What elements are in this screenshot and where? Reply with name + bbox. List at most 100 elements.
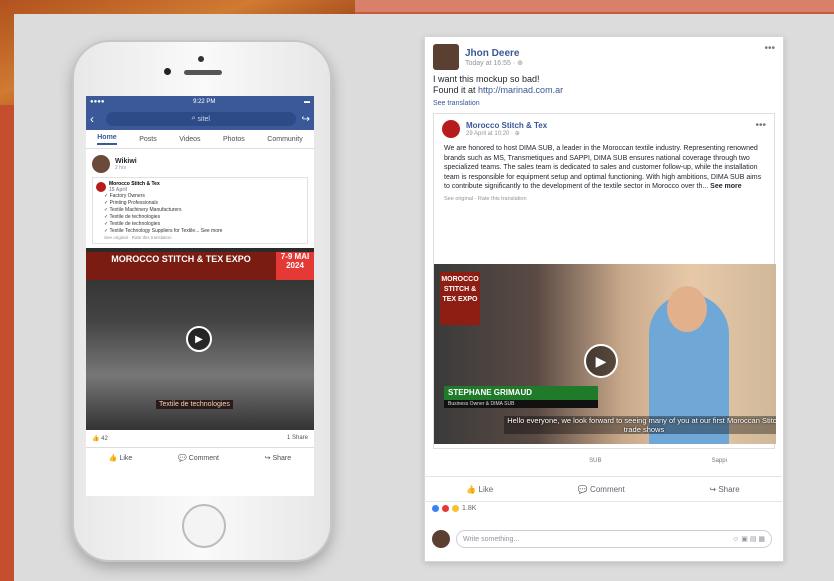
sponsor-logos: SUB Sappi bbox=[424, 454, 782, 468]
post-time: 2 hrs bbox=[115, 164, 127, 171]
reaction-row: 👍 42 1 Share bbox=[86, 430, 314, 448]
list-item: ✓ Textile Machinery Manufacturers bbox=[104, 207, 182, 213]
share-icon[interactable]: ↪ bbox=[302, 114, 310, 125]
comment-input[interactable]: Write something... ☺ ▣ ▤ ▦ bbox=[456, 530, 772, 548]
post-header: Jhon Deere Today at 16:55 · ⊕ bbox=[425, 37, 783, 74]
haha-reaction-icon bbox=[452, 505, 459, 512]
shared-post: ••• Morocco Stitch & Tex 29 April at 10:… bbox=[433, 113, 776, 449]
status-time: 9:22 PM bbox=[193, 99, 216, 105]
like-reaction-icon: 👍 bbox=[92, 436, 100, 442]
see-original-link[interactable]: See original · Rate this translation bbox=[104, 235, 304, 240]
like-count[interactable]: 👍 42 bbox=[92, 435, 108, 442]
page-tabs: Home Posts Videos Photos Community bbox=[86, 130, 314, 149]
shared-author[interactable]: Morocco Stitch & Tex bbox=[466, 121, 547, 130]
play-icon[interactable]: ▶ bbox=[186, 326, 212, 352]
tab-home[interactable]: Home bbox=[97, 134, 117, 145]
comment-icon: 💬 bbox=[577, 484, 588, 494]
share-arrow-icon: ↪ bbox=[264, 455, 271, 462]
shared-header: Morocco Stitch & Tex 29 April at 10:20 ·… bbox=[434, 114, 774, 144]
more-options-icon[interactable]: ••• bbox=[764, 43, 775, 54]
post-link[interactable]: http://marinad.com.ar bbox=[478, 85, 563, 95]
reaction-summary[interactable]: 1.8K bbox=[432, 505, 476, 512]
globe-icon: ⊕ bbox=[514, 131, 520, 137]
top-band bbox=[355, 0, 834, 12]
status-bar: ●●●● 9:22 PM ▬ bbox=[86, 96, 314, 108]
comment-button[interactable]: 💬 Comment bbox=[578, 485, 625, 494]
comment-placeholder: Write something... bbox=[463, 535, 520, 543]
video-badge: MOROCCO STITCH & TEX EXPO bbox=[440, 272, 480, 325]
shared-more-icon[interactable]: ••• bbox=[755, 120, 766, 131]
page-logo bbox=[96, 182, 106, 192]
phone-mockup: ●●●● 9:22 PM ▬ ‹ ⌕ sitel ↪ Home Posts Vi… bbox=[72, 40, 332, 562]
play-icon[interactable]: ▶ bbox=[584, 344, 618, 378]
comment-composer: Write something... ☺ ▣ ▤ ▦ bbox=[432, 526, 772, 552]
reaction-count: 1.8K bbox=[462, 505, 477, 512]
video-banner: MOROCCO STITCH & TEX EXPO bbox=[86, 252, 276, 280]
battery-icon: ▬ bbox=[303, 99, 310, 105]
page-logo[interactable] bbox=[442, 120, 460, 138]
search-input[interactable]: ⌕ sitel bbox=[106, 112, 296, 126]
thumbs-up-icon: 👍 bbox=[108, 455, 118, 462]
camera bbox=[198, 56, 204, 62]
video-caption: Textile de technologies bbox=[156, 400, 233, 409]
thumbs-up-icon: 👍 bbox=[466, 484, 477, 494]
video-player[interactable]: MOROCCO STITCH & TEX EXPO ▶ STEPHANE GRI… bbox=[434, 264, 776, 444]
comment-tools-icon[interactable]: ☺ ▣ ▤ ▦ bbox=[732, 535, 765, 543]
list-item: ✓ Textile Technology Suppliers for Texti… bbox=[104, 228, 223, 234]
avatar[interactable] bbox=[92, 155, 110, 173]
tab-videos[interactable]: Videos bbox=[179, 136, 200, 143]
avatar bbox=[432, 530, 450, 548]
post-text-line: I want this mockup so bad! bbox=[433, 74, 540, 84]
post-author[interactable]: Wikiwi bbox=[115, 158, 137, 165]
share-button[interactable]: ↪ Share bbox=[265, 454, 292, 462]
action-bar: 👍 Like 💬 Comment ↪ Share bbox=[424, 476, 782, 502]
left-strip bbox=[0, 105, 14, 581]
love-reaction-icon bbox=[442, 505, 449, 512]
tab-community[interactable]: Community bbox=[267, 136, 302, 143]
avatar[interactable] bbox=[433, 44, 459, 70]
share-count[interactable]: 1 Share bbox=[287, 435, 308, 442]
shared-header: Morocco Stitch & Tex 15 April bbox=[96, 181, 304, 193]
tab-posts[interactable]: Posts bbox=[139, 136, 157, 143]
sponsor-logo: SUB bbox=[589, 458, 602, 464]
shared-list: ✓ Factory Owners ✓ Printing Professional… bbox=[104, 193, 304, 235]
proximity-sensor bbox=[164, 68, 171, 75]
shared-post: Morocco Stitch & Tex 15 April ✓ Factory … bbox=[92, 177, 308, 244]
video-date: 7-9 MAI 2024 bbox=[276, 252, 314, 280]
see-more-link[interactable]: See more bbox=[710, 183, 742, 190]
like-button[interactable]: 👍 Like bbox=[109, 454, 133, 462]
list-item: ✓ Textile de technologies bbox=[104, 221, 161, 227]
list-item: ✓ Textile de technologies bbox=[104, 214, 161, 220]
speaker-head bbox=[667, 286, 707, 332]
see-translation-link[interactable]: See translation bbox=[425, 96, 783, 111]
speaker-name: STEPHANE GRIMAUD bbox=[444, 386, 598, 400]
comment-button[interactable]: 💬 Comment bbox=[178, 454, 219, 462]
list-item: ✓ Printing Professionals bbox=[104, 200, 158, 206]
post-text: I want this mockup so bad! Found it at h… bbox=[425, 74, 783, 96]
video-subtitle: Hello everyone, we look forward to seein… bbox=[504, 416, 776, 434]
list-item: ✓ Factory Owners bbox=[104, 193, 145, 199]
tab-photos[interactable]: Photos bbox=[223, 136, 245, 143]
like-reaction-icon bbox=[432, 505, 439, 512]
post-text-line: Found it at http://marinad.com.ar bbox=[433, 85, 564, 95]
see-original-link[interactable]: See original · Rate this translation bbox=[434, 192, 774, 206]
post-header: Wikiwi 2 hrs bbox=[86, 149, 314, 175]
home-button[interactable] bbox=[182, 504, 226, 548]
phone-screen: ●●●● 9:22 PM ▬ ‹ ⌕ sitel ↪ Home Posts Vi… bbox=[86, 96, 314, 496]
search-text: sitel bbox=[197, 115, 210, 123]
speaker bbox=[184, 70, 222, 75]
like-button[interactable]: 👍 Like bbox=[466, 485, 493, 494]
video-player[interactable]: MOROCCO STITCH & TEX EXPO 7-9 MAI 2024 ▶… bbox=[86, 248, 314, 430]
back-icon[interactable]: ‹ bbox=[90, 112, 100, 126]
shared-body: We are honored to host DIMA SUB, a leade… bbox=[434, 144, 774, 192]
globe-icon: ⊕ bbox=[517, 59, 524, 67]
speaker-title: Business Owner & DIMA SUB bbox=[444, 400, 598, 408]
post-author[interactable]: Jhon Deere bbox=[465, 48, 523, 59]
comment-icon: 💬 bbox=[177, 455, 187, 462]
nav-bar: ‹ ⌕ sitel ↪ bbox=[86, 108, 314, 130]
post-time: Today at 16:55 · ⊕ bbox=[465, 59, 524, 67]
sponsor-logo: Sappi bbox=[711, 458, 727, 464]
carrier: ●●●● bbox=[90, 99, 105, 105]
shared-time: 29 April at 10:20 · ⊕ bbox=[466, 131, 520, 137]
share-button[interactable]: ↪ Share bbox=[709, 485, 739, 494]
